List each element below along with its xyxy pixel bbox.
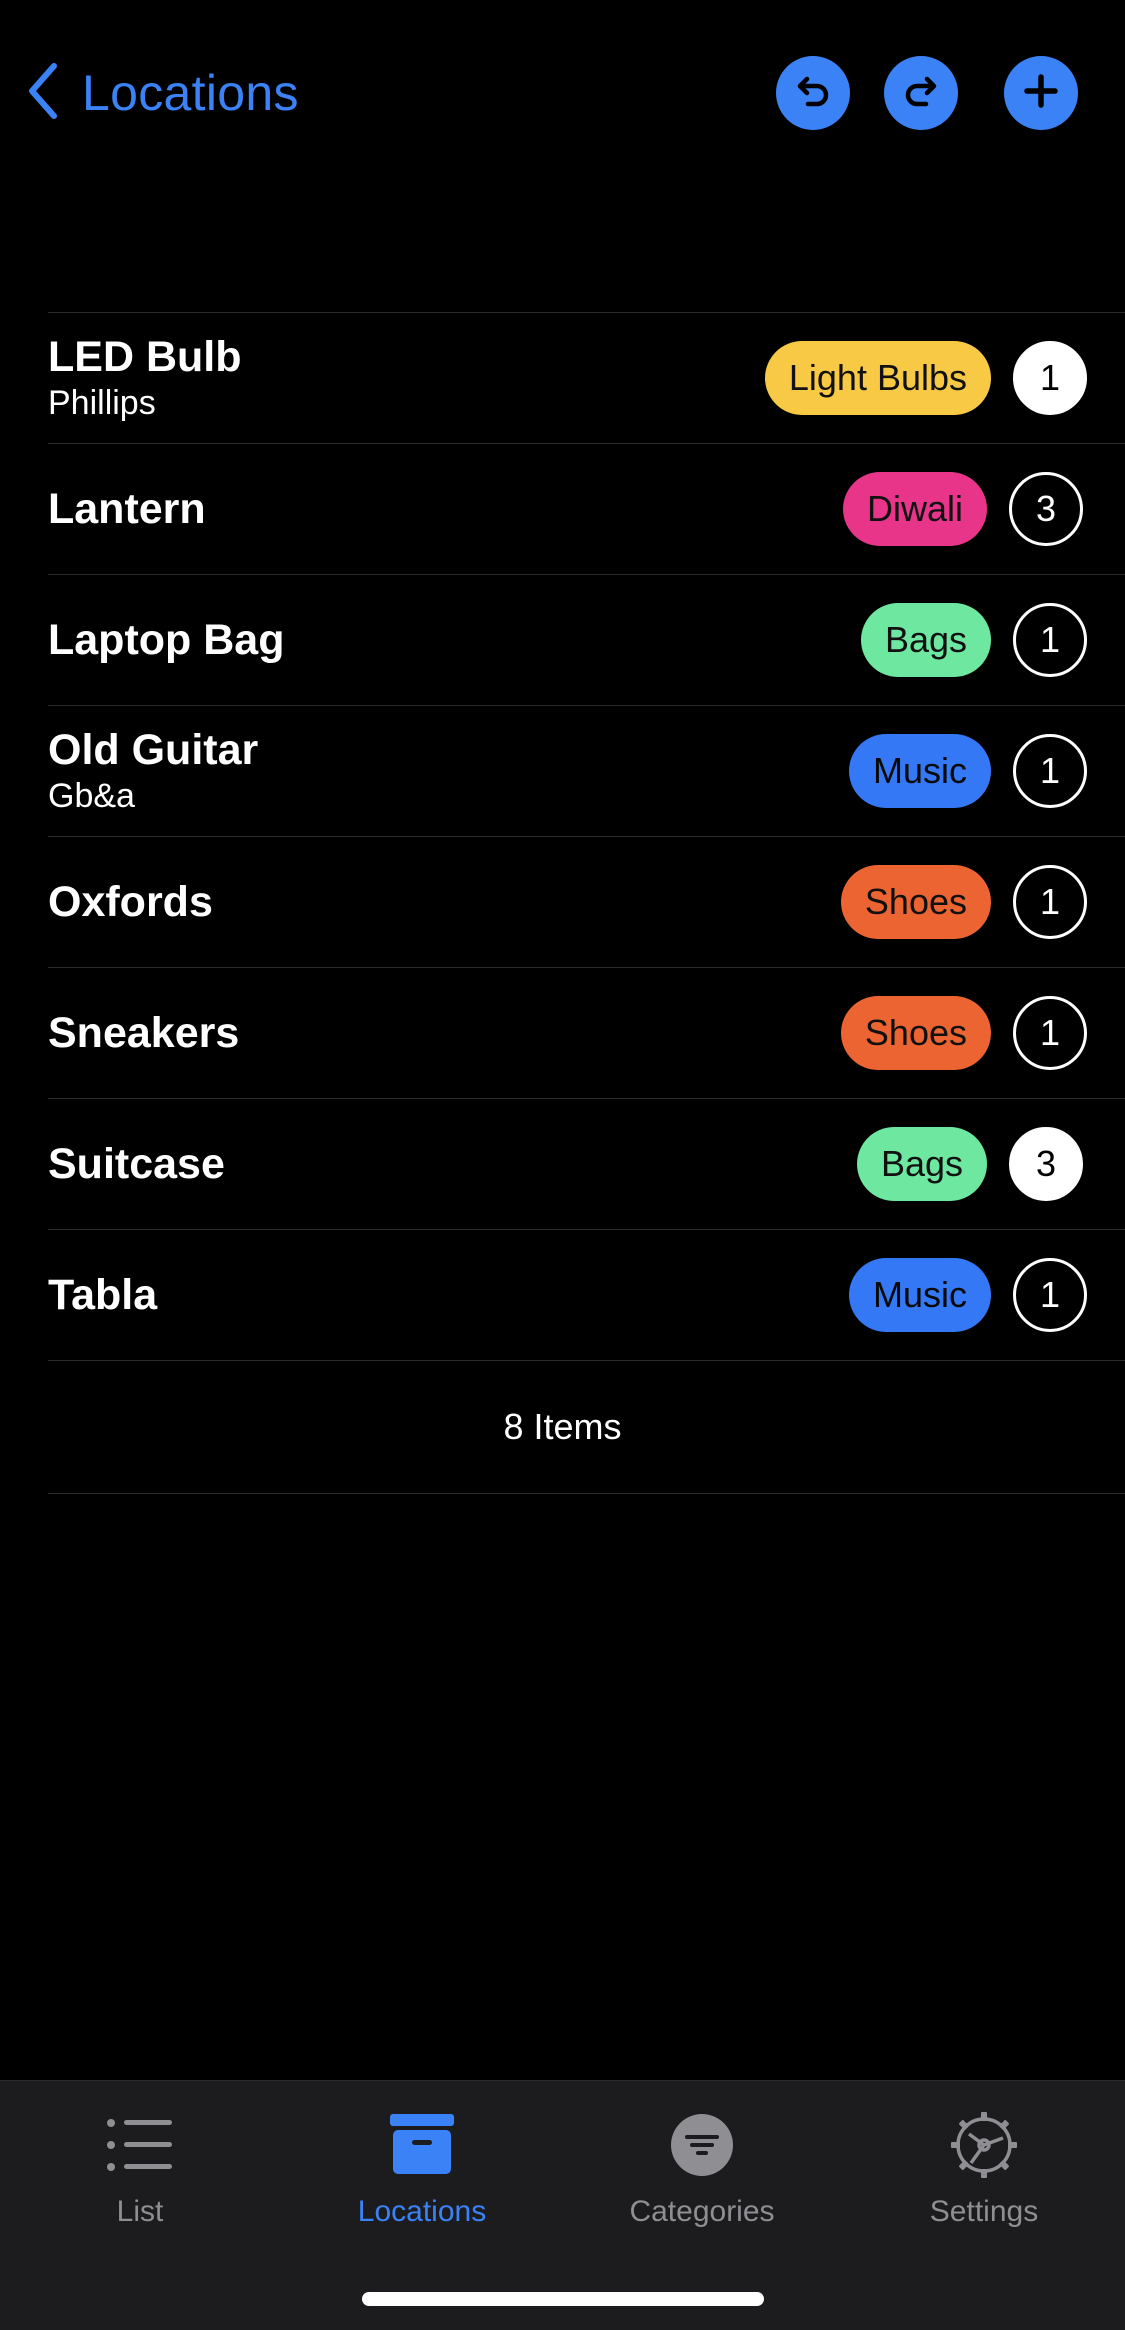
item-meta: Shoes 1	[840, 968, 1087, 1098]
category-badge: Shoes	[840, 996, 991, 1070]
back-button[interactable]: Locations	[24, 58, 299, 128]
item-text: Lantern	[48, 485, 206, 533]
item-name: Sneakers	[48, 1009, 240, 1057]
tab-locations-label: Locations	[357, 2195, 487, 2228]
item-subtitle: Gb&a	[48, 777, 135, 815]
item-text: Suitcase	[48, 1140, 225, 1188]
count-badge: 3	[1009, 472, 1083, 546]
chevron-left-icon	[24, 60, 62, 127]
list-item[interactable]: LED Bulb Phillips Light Bulbs 1	[48, 313, 1125, 444]
list-item[interactable]: Oxfords Shoes 1	[48, 837, 1125, 968]
list-item[interactable]: Laptop Bag Bags 1	[48, 575, 1125, 706]
item-meta: Diwali 3	[842, 444, 1083, 574]
category-badge: Shoes	[840, 865, 991, 939]
list-item[interactable]: Old Guitar Gb&a Music 1	[48, 706, 1125, 837]
item-name: Laptop Bag	[48, 616, 285, 664]
item-text: Tabla	[48, 1271, 157, 1319]
item-name: LED Bulb	[48, 333, 242, 381]
redo-button[interactable]	[884, 56, 958, 130]
count-badge: 1	[1013, 996, 1087, 1070]
item-text: Sneakers	[48, 1009, 239, 1057]
item-name: Old Guitar	[48, 726, 259, 774]
category-badge: Music	[848, 734, 991, 808]
add-item-button[interactable]	[1004, 56, 1078, 130]
tab-categories[interactable]: Categories	[582, 2109, 822, 2229]
item-text: Old Guitar Gb&a	[48, 726, 258, 816]
item-name: Lantern	[48, 485, 206, 533]
home-indicator	[362, 2292, 764, 2306]
item-meta: Light Bulbs 1	[764, 313, 1087, 443]
item-text: Laptop Bag	[48, 616, 284, 664]
item-meta: Bags 1	[860, 575, 1087, 705]
tab-settings[interactable]: Settings	[864, 2109, 1104, 2229]
redo-icon	[899, 69, 943, 118]
tab-locations[interactable]: Locations	[302, 2109, 542, 2229]
tab-list[interactable]: List	[20, 2109, 260, 2229]
list-item[interactable]: Sneakers Shoes 1	[48, 968, 1125, 1099]
tab-list-label: List	[116, 2195, 164, 2228]
count-badge: 1	[1013, 734, 1087, 808]
plus-icon	[1019, 69, 1063, 118]
back-button-label: Locations	[82, 65, 299, 121]
gear-icon	[949, 2109, 1019, 2181]
category-badge: Music	[848, 1258, 991, 1332]
item-meta: Bags 3	[856, 1099, 1083, 1229]
item-meta: Music 1	[848, 706, 1087, 836]
category-badge: Light Bulbs	[764, 341, 991, 415]
list-item[interactable]: Lantern Diwali 3	[48, 444, 1125, 575]
undo-icon	[791, 69, 835, 118]
item-name: Tabla	[48, 1271, 158, 1319]
archive-box-icon	[390, 2109, 454, 2181]
navigation-bar: Locations	[0, 0, 1125, 190]
count-badge: 3	[1009, 1127, 1083, 1201]
item-count-label: 8 Items	[48, 1361, 1125, 1494]
list-item[interactable]: Suitcase Bags 3	[48, 1099, 1125, 1230]
count-badge: 1	[1013, 341, 1087, 415]
item-name: Suitcase	[48, 1140, 225, 1188]
item-name: Oxfords	[48, 878, 213, 926]
category-badge: Bags	[860, 603, 991, 677]
list-item[interactable]: Tabla Music 1	[48, 1230, 1125, 1361]
item-subtitle: Phillips	[48, 384, 156, 422]
count-badge: 1	[1013, 865, 1087, 939]
item-meta: Shoes 1	[840, 837, 1087, 967]
category-badge: Diwali	[842, 472, 987, 546]
count-badge: 1	[1013, 603, 1087, 677]
category-badge: Bags	[856, 1127, 987, 1201]
item-text: LED Bulb Phillips	[48, 333, 241, 423]
tab-settings-label: Settings	[929, 2195, 1039, 2228]
undo-button[interactable]	[776, 56, 850, 130]
item-meta: Music 1	[848, 1230, 1087, 1360]
items-list: LED Bulb Phillips Light Bulbs 1 Lantern …	[48, 312, 1125, 1494]
item-text: Oxfords	[48, 878, 213, 926]
tab-categories-label: Categories	[629, 2195, 775, 2228]
screen: Locations LED Bulb Phillips Light Bulbs …	[0, 0, 1125, 2330]
list-icon	[106, 2109, 174, 2181]
count-badge: 1	[1013, 1258, 1087, 1332]
filter-icon	[670, 2109, 734, 2181]
